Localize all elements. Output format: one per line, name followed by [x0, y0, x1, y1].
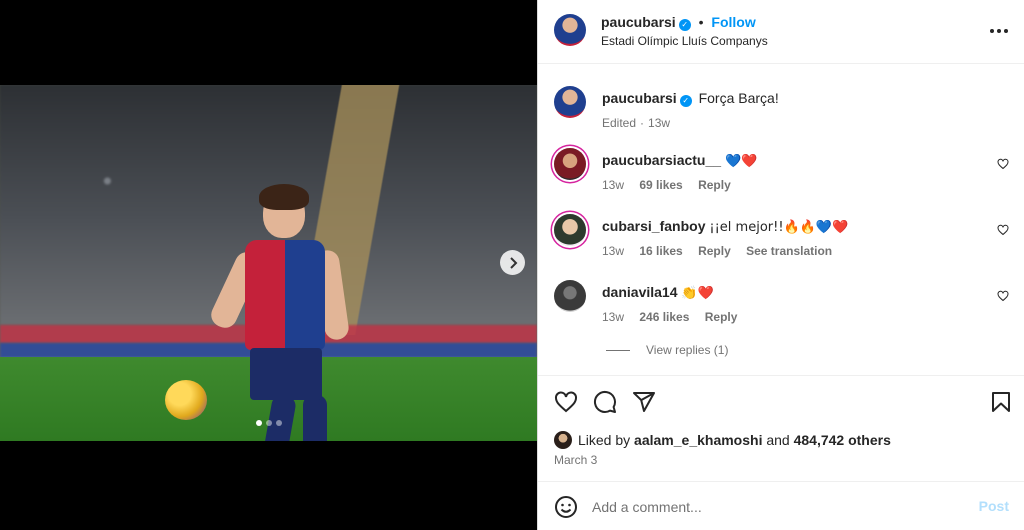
carousel-dot [256, 420, 262, 426]
see-translation-button[interactable]: See translation [746, 244, 832, 258]
football-player [207, 184, 360, 441]
emoji-icon[interactable] [554, 495, 578, 519]
separator-dot: · [640, 116, 645, 130]
post-comment-button[interactable]: Post [979, 498, 1009, 514]
post-date[interactable]: March 3 [554, 453, 597, 467]
carousel-dot [266, 420, 272, 426]
comment-icon[interactable] [593, 390, 617, 414]
likes-and-label: and [766, 432, 790, 448]
view-replies-button[interactable]: View replies (1) [606, 343, 728, 357]
separator-dot: • [698, 14, 704, 30]
comment-time[interactable]: 13w [602, 178, 624, 192]
player-leg-right [303, 395, 327, 441]
action-bar [538, 375, 1024, 425]
header-user-line: paucubarsi ✓ • Follow [601, 14, 756, 31]
comment-likes[interactable]: 69 likes [639, 178, 682, 192]
comment-text: 👏❤️ [681, 286, 714, 301]
comment-meta: 13w 246 likes Reply [602, 310, 749, 324]
view-replies-label: View replies (1) [646, 343, 729, 357]
heart-icon[interactable] [997, 224, 1009, 236]
caption-meta: Edited · 13w [602, 116, 682, 130]
share-icon[interactable] [632, 390, 656, 414]
reply-button[interactable]: Reply [698, 178, 731, 192]
follow-button[interactable]: Follow [711, 14, 755, 30]
caption-text: Força Barça! [698, 90, 779, 106]
add-comment-bar: Post [538, 481, 1024, 530]
comment-text: 💙❤️ [724, 154, 758, 169]
comment-input[interactable] [592, 496, 962, 518]
comment-meta: 13w 69 likes Reply [602, 178, 743, 192]
liker-avatar[interactable] [554, 431, 572, 449]
heart-icon[interactable] [997, 158, 1009, 170]
author-avatar[interactable] [554, 86, 586, 118]
carousel-next-button[interactable] [500, 250, 525, 275]
author-avatar[interactable] [554, 14, 586, 46]
post-header: paucubarsi ✓ • Follow Estadi Olímpic Lluí… [538, 0, 1024, 64]
comment-time[interactable]: 13w [602, 310, 624, 324]
heart-icon[interactable] [997, 290, 1009, 302]
post-photo[interactable] [0, 85, 537, 441]
player-leg-left [256, 393, 298, 441]
liked-by-label: Liked by [578, 432, 631, 448]
comment-text-line: cubarsi_fanboy ¡¡el mejor!!🔥🔥💙❤️ [602, 218, 848, 235]
heart-icon[interactable] [554, 390, 578, 414]
post-media [0, 0, 537, 530]
chevron-right-icon [509, 256, 517, 269]
comment-likes[interactable]: 16 likes [639, 244, 682, 258]
comment-username[interactable]: cubarsi_fanboy [602, 218, 705, 234]
football [165, 380, 207, 420]
more-options-icon[interactable] [989, 18, 1009, 39]
caption-text-line: paucubarsi ✓ Força Barça! [602, 90, 779, 107]
carousel-indicator [256, 420, 282, 426]
comment-text: ¡¡el mejor!!🔥🔥💙❤️ [709, 220, 849, 235]
liker-username[interactable]: aalam_e_khamoshi [634, 432, 762, 448]
verified-badge-icon: ✓ [678, 19, 691, 31]
post-location[interactable]: Estadi Olímpic Lluís Companys [601, 34, 768, 48]
caption-username[interactable]: paucubarsi [602, 90, 677, 106]
comment-text-line: paucubarsiactu__ 💙❤️ [602, 152, 757, 169]
likes-others[interactable]: 484,742 others [794, 432, 891, 448]
reply-button[interactable]: Reply [705, 310, 738, 324]
likes-summary: Liked by aalam_e_khamoshi and 484,742 ot… [554, 431, 891, 449]
commenter-avatar[interactable] [554, 214, 586, 246]
comment-username[interactable]: paucubarsiactu__ [602, 152, 721, 168]
comment-time[interactable]: 13w [602, 244, 624, 258]
verified-badge-icon: ✓ [679, 95, 692, 107]
comment-text-line: daniavila14 👏❤️ [602, 284, 714, 301]
replies-divider-line [606, 349, 630, 351]
player-hair [259, 184, 309, 210]
carousel-dot [276, 420, 282, 426]
player-jersey [245, 240, 325, 350]
reply-button[interactable]: Reply [698, 244, 731, 258]
player-shorts [250, 348, 322, 400]
edited-label: Edited [602, 116, 637, 130]
commenter-avatar[interactable] [554, 280, 586, 312]
caption-time[interactable]: 13w [648, 116, 670, 130]
commenter-avatar[interactable] [554, 148, 586, 180]
comment-username[interactable]: daniavila14 [602, 284, 678, 300]
comment-meta: 13w 16 likes Reply See translation [602, 244, 844, 258]
author-username[interactable]: paucubarsi [601, 14, 676, 30]
bookmark-icon[interactable] [989, 390, 1013, 414]
post-details-panel: paucubarsi ✓ • Follow Estadi Olímpic Lluí… [537, 0, 1024, 530]
comment-likes[interactable]: 246 likes [639, 310, 689, 324]
